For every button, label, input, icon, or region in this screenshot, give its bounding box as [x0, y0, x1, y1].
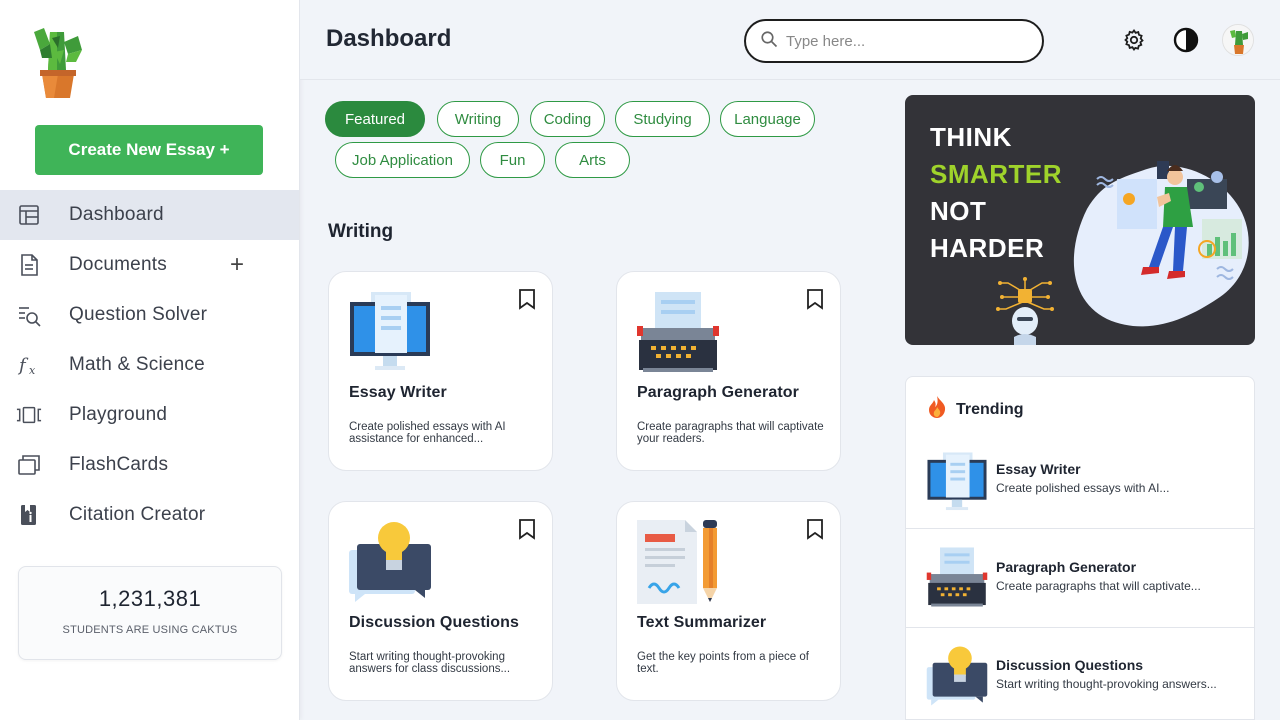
sidebar-item-question-solver[interactable]: Question Solver	[0, 290, 299, 340]
card-title: Discussion Questions	[349, 614, 520, 631]
sidebar-item-flashcards[interactable]: FlashCards	[0, 440, 299, 490]
chip-language[interactable]: Language	[720, 101, 815, 137]
trending-panel: Trending Essay Writer Create polished es…	[905, 376, 1255, 720]
create-new-essay-button[interactable]: Create New Essay +	[35, 125, 263, 175]
search-icon	[760, 30, 778, 53]
page-title: Dashboard	[326, 25, 452, 52]
card-title: Essay Writer	[349, 384, 447, 401]
chip-coding[interactable]: Coding	[530, 101, 605, 137]
book-icon	[16, 502, 42, 528]
sidebar-item-math-science[interactable]: fx Math & Science	[0, 340, 299, 390]
typewriter-icon	[926, 546, 988, 608]
trending-item-desc: Create polished essays with AI...	[996, 481, 1170, 495]
trending-item-name: Paragraph Generator	[996, 559, 1137, 575]
sidebar-item-label: Playground	[69, 404, 168, 425]
banner-line: THINK	[930, 122, 1012, 152]
card-description: Get the key points from a piece of text.	[637, 651, 809, 675]
sidebar-item-documents[interactable]: Documents +	[0, 240, 299, 290]
svg-text:f: f	[17, 355, 29, 376]
student-count-caption: STUDENTS ARE USING CAKTUS	[62, 624, 238, 636]
student-count: 1,231,381	[98, 586, 202, 611]
sidebar-item-label: Question Solver	[69, 304, 208, 325]
fire-icon	[926, 395, 948, 424]
sidebar-item-label: Documents	[69, 254, 167, 275]
typewriter-icon	[637, 290, 719, 374]
sidebar-item-dashboard[interactable]: Dashboard	[0, 190, 299, 240]
search-input[interactable]	[786, 32, 1026, 50]
bookmark-icon[interactable]	[518, 518, 536, 540]
bookmark-icon[interactable]	[806, 288, 824, 310]
chip-job-application[interactable]: Job Application	[335, 142, 470, 178]
function-icon: fx	[16, 352, 42, 378]
top-header: Dashboard	[300, 0, 1280, 80]
banner-line-highlight: SMARTER	[930, 159, 1063, 189]
tool-card-paragraph-generator[interactable]: Paragraph Generator Create paragraphs th…	[616, 271, 841, 471]
student-illustration	[1073, 161, 1249, 327]
card-description: Create paragraphs that will captivate yo…	[637, 421, 824, 445]
chip-studying[interactable]: Studying	[615, 101, 710, 137]
card-description: Create polished essays with AI assistanc…	[349, 421, 506, 445]
add-document-button[interactable]: +	[230, 251, 244, 279]
chip-featured[interactable]: Featured	[325, 101, 425, 137]
settings-gear-icon[interactable]	[1120, 26, 1148, 54]
trending-item-name: Essay Writer	[996, 461, 1081, 477]
trending-item-discussion-questions[interactable]: Discussion Questions Start writing thoug…	[906, 629, 1254, 719]
ai-head-illustration	[996, 277, 1054, 345]
card-title: Paragraph Generator	[637, 384, 799, 401]
sidebar-item-playground[interactable]: Playground	[0, 390, 299, 440]
cactus-logo[interactable]	[30, 24, 86, 100]
cards-icon	[16, 452, 42, 478]
tool-card-essay-writer[interactable]: Essay Writer Create polished essays with…	[328, 271, 553, 471]
sidebar-item-label: Math & Science	[69, 354, 205, 375]
document-pencil-icon	[637, 520, 719, 604]
sidebar-nav: Dashboard Documents + Question Solver fx…	[0, 190, 299, 540]
trending-item-name: Discussion Questions	[996, 657, 1144, 673]
sidebar: Create New Essay + Dashboard Documents +…	[0, 0, 300, 720]
trending-item-desc: Start writing thought-provoking answers.…	[996, 677, 1217, 691]
trending-item-desc: Create paragraphs that will captivate...	[996, 579, 1201, 593]
section-title-writing: Writing	[328, 221, 394, 242]
trending-header: Trending	[926, 395, 1024, 424]
lightbulb-icon	[926, 645, 988, 707]
monitor-icon	[349, 290, 431, 374]
svg-text:x: x	[29, 364, 36, 377]
trending-title: Trending	[956, 400, 1024, 418]
chip-writing[interactable]: Writing	[437, 101, 519, 137]
card-description: Start writing thought-provoking answers …	[349, 651, 511, 675]
search-bar[interactable]	[744, 19, 1044, 63]
sidebar-item-label: Citation Creator	[69, 504, 206, 525]
monitor-icon	[926, 451, 988, 513]
search-list-icon	[16, 302, 42, 328]
lightbulb-icon	[349, 520, 431, 604]
trending-item-paragraph-generator[interactable]: Paragraph Generator Create paragraphs th…	[906, 530, 1254, 628]
theme-toggle-icon[interactable]	[1172, 26, 1200, 54]
user-avatar[interactable]	[1222, 24, 1254, 56]
student-count-card: 1,231,381 STUDENTS ARE USING CAKTUS	[18, 566, 282, 660]
sidebar-item-citation-creator[interactable]: Citation Creator	[0, 490, 299, 540]
banner-line: NOT	[930, 196, 987, 226]
document-icon	[16, 252, 42, 278]
tool-card-text-summarizer[interactable]: Text Summarizer Get the key points from …	[616, 501, 841, 701]
sidebar-item-label: FlashCards	[69, 454, 169, 475]
chip-arts[interactable]: Arts	[555, 142, 630, 178]
bookmark-icon[interactable]	[518, 288, 536, 310]
banner-line: HARDER	[930, 233, 1045, 263]
chip-fun[interactable]: Fun	[480, 142, 545, 178]
card-title: Text Summarizer	[637, 614, 767, 631]
dashboard-icon	[16, 202, 42, 228]
sidebar-item-label: Dashboard	[69, 204, 164, 225]
carousel-icon	[16, 402, 42, 428]
bookmark-icon[interactable]	[806, 518, 824, 540]
tool-card-discussion-questions[interactable]: Discussion Questions Start writing thoug…	[328, 501, 553, 701]
promo-banner[interactable]: THINK SMARTER NOT HARDER	[905, 95, 1255, 345]
trending-item-essay-writer[interactable]: Essay Writer Create polished essays with…	[906, 431, 1254, 529]
